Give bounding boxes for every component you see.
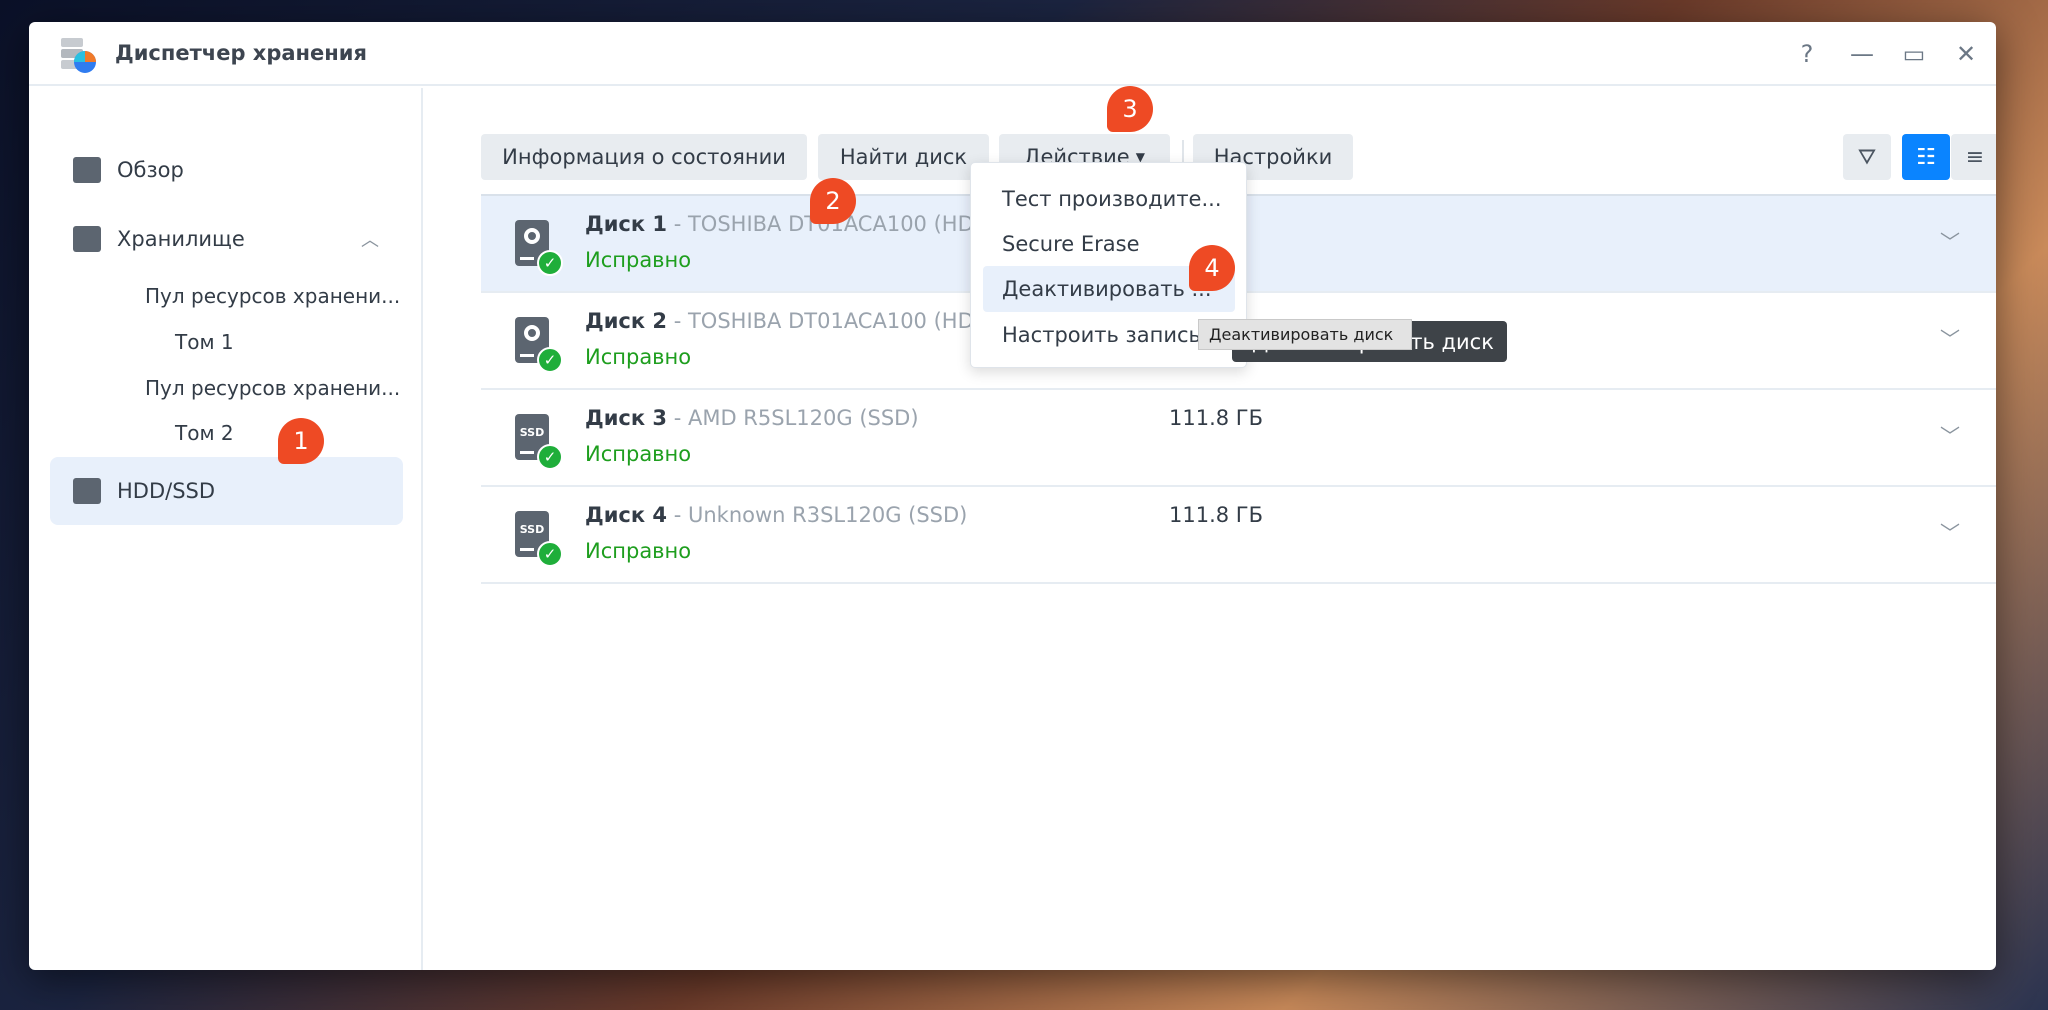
status-info-button[interactable]: Информация о состоянии: [481, 134, 807, 180]
find-disk-button[interactable]: Найти диск: [818, 134, 989, 180]
disk-model: - AMD R5SL120G (SSD): [667, 406, 919, 430]
title-bar: Диспетчер хранения ? — ▭ ✕: [29, 22, 1996, 86]
disk-number: Диск 3: [585, 406, 668, 430]
disk-row[interactable]: SSD ✓ Диск 4 - Unknown R3SL120G (SSD) Ис…: [481, 487, 1996, 584]
sidebar-item-pool-2[interactable]: Пул ресурсов хранени...: [145, 376, 400, 400]
step-badge-3: 3: [1107, 86, 1153, 132]
storage-manager-app-icon: [61, 38, 96, 73]
list-icon: ≡: [1965, 144, 1985, 170]
chevron-down-icon[interactable]: ﹀: [1940, 420, 1960, 449]
disk-number: Диск 4: [585, 503, 668, 527]
ssd-label: SSD: [519, 426, 545, 439]
window-title: Диспетчер хранения: [115, 41, 367, 65]
chevron-down-icon[interactable]: ﹀: [1940, 517, 1960, 546]
disk-number: Диск 2: [585, 309, 668, 333]
disk-name: Диск 3 - AMD R5SL120G (SSD): [585, 406, 919, 430]
disk-status: Исправно: [585, 539, 692, 563]
list-detail-icon: ☷: [1916, 144, 1936, 170]
sidebar-item-label: HDD/SSD: [117, 479, 216, 503]
filter-icon: ⛛: [1857, 144, 1877, 170]
healthy-check-icon: ✓: [537, 541, 563, 567]
healthy-check-icon: ✓: [537, 250, 563, 276]
sidebar-item-storage[interactable]: Хранилище ︿: [50, 206, 403, 272]
disk-row[interactable]: SSD ✓ Диск 3 - AMD R5SL120G (SSD) Исправ…: [481, 390, 1996, 487]
healthy-check-icon: ✓: [537, 444, 563, 470]
step-badge-1: 1: [278, 418, 324, 464]
maximize-button[interactable]: ▭: [1899, 40, 1929, 68]
disk-number: Диск 1: [585, 212, 668, 236]
sidebar: Обзор Хранилище ︿ Пул ресурсов хранени..…: [29, 88, 423, 970]
chevron-up-icon[interactable]: ︿: [361, 226, 379, 252]
disk-status: Исправно: [585, 248, 692, 272]
disk-model: - TOSHIBA DT01ACA100 (HDD): [667, 309, 999, 333]
sidebar-item-volume-2[interactable]: Том 2: [175, 421, 234, 445]
ssd-label: SSD: [519, 523, 545, 536]
hdd-icon: [73, 478, 101, 504]
help-button[interactable]: ?: [1792, 40, 1822, 68]
sidebar-item-pool-1[interactable]: Пул ресурсов хранени...: [145, 284, 400, 308]
sidebar-item-volume-1[interactable]: Том 1: [175, 330, 234, 354]
storage-icon: [73, 226, 101, 252]
disk-status: Исправно: [585, 442, 692, 466]
step-badge-2: 2: [810, 178, 856, 224]
disk-status: Исправно: [585, 345, 692, 369]
disk-size: 111.8 ГБ: [1169, 406, 1264, 430]
tooltip: Деактивировать диск: [1198, 319, 1412, 350]
disk-name: Диск 2 - TOSHIBA DT01ACA100 (HDD): [585, 309, 998, 333]
step-badge-4: 4: [1189, 245, 1235, 291]
sidebar-item-overview[interactable]: Обзор: [50, 137, 403, 203]
menu-item-performance-test[interactable]: Тест производите...: [983, 176, 1235, 222]
minimize-button[interactable]: —: [1847, 40, 1877, 68]
sidebar-item-hdd-ssd[interactable]: HDD/SSD: [50, 457, 403, 525]
close-button[interactable]: ✕: [1951, 40, 1981, 68]
healthy-check-icon: ✓: [537, 347, 563, 373]
disk-size: 111.8 ГБ: [1169, 503, 1264, 527]
chevron-down-icon[interactable]: ﹀: [1940, 226, 1960, 255]
disk-name: Диск 1 - TOSHIBA DT01ACA100 (HDD): [585, 212, 998, 236]
detail-view-button[interactable]: ☷: [1902, 134, 1950, 180]
disk-name: Диск 4 - Unknown R3SL120G (SSD): [585, 503, 967, 527]
overview-icon: [73, 157, 101, 183]
chevron-down-icon[interactable]: ﹀: [1940, 323, 1960, 352]
list-view-button[interactable]: ≡: [1951, 134, 1996, 180]
filter-button[interactable]: ⛛: [1843, 134, 1891, 180]
sidebar-item-label: Обзор: [117, 158, 184, 182]
sidebar-item-label: Хранилище: [117, 227, 245, 251]
disk-model: - Unknown R3SL120G (SSD): [667, 503, 968, 527]
